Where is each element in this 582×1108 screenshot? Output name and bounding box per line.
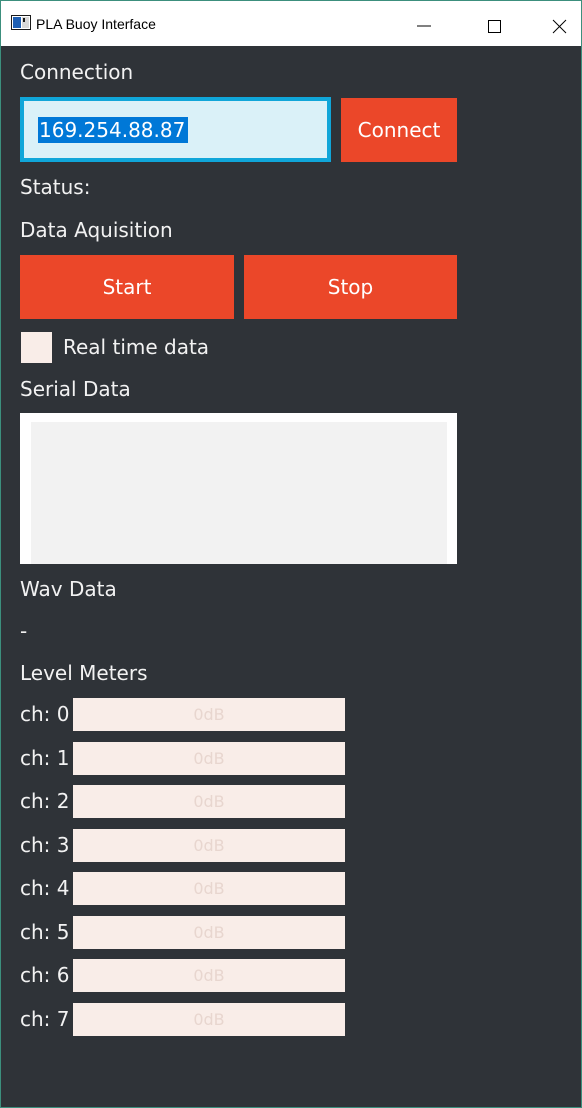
connect-button[interactable]: Connect: [341, 98, 457, 162]
level-meter: 0dB: [73, 742, 345, 775]
channel-label: ch: 4: [20, 876, 70, 900]
level-meter: 0dB: [73, 829, 345, 862]
level-meter: 0dB: [73, 916, 345, 949]
close-button[interactable]: [537, 1, 581, 46]
serial-data-textarea[interactable]: [20, 413, 457, 564]
level-meter: 0dB: [73, 785, 345, 818]
minimize-button[interactable]: [401, 1, 447, 46]
channel-label: ch: 5: [20, 920, 70, 944]
maximize-icon: [488, 20, 501, 33]
start-button[interactable]: Start: [20, 255, 234, 319]
maximize-button[interactable]: [471, 1, 517, 46]
level-meters-heading: Level Meters: [20, 661, 148, 685]
realtime-data-label[interactable]: Real time data: [63, 335, 209, 359]
app-window-icon: [11, 15, 31, 30]
ip-address-input[interactable]: 169.254.88.87: [20, 97, 331, 162]
close-icon: [552, 19, 567, 34]
channel-label: ch: 2: [20, 789, 70, 813]
channel-label: ch: 6: [20, 963, 70, 987]
level-meter: 0dB: [73, 872, 345, 905]
minimize-icon: [417, 25, 431, 27]
window-title: PLA Buoy Interface: [36, 16, 156, 32]
serial-data-content: [31, 422, 447, 564]
wav-data-heading: Wav Data: [20, 577, 117, 601]
channel-label: ch: 7: [20, 1007, 70, 1031]
main-content: Connection 169.254.88.87 Connect Status:…: [1, 46, 581, 1107]
stop-button[interactable]: Stop: [244, 255, 457, 319]
level-meter: 0dB: [73, 959, 345, 992]
ip-address-value: 169.254.88.87: [38, 117, 189, 143]
status-label: Status:: [20, 175, 91, 199]
wav-data-value: -: [20, 619, 28, 643]
level-meter: 0dB: [73, 1003, 345, 1036]
level-meter: 0dB: [73, 698, 345, 731]
channel-label: ch: 0: [20, 702, 70, 726]
serial-data-heading: Serial Data: [20, 377, 131, 401]
realtime-data-checkbox[interactable]: [21, 332, 52, 363]
connection-heading: Connection: [20, 60, 134, 84]
title-bar[interactable]: PLA Buoy Interface: [1, 1, 581, 46]
app-window: PLA Buoy Interface Connection 169.254.88…: [0, 0, 582, 1108]
channel-label: ch: 1: [20, 746, 70, 770]
channel-label: ch: 3: [20, 833, 70, 857]
data-acquisition-heading: Data Aquisition: [20, 218, 173, 242]
